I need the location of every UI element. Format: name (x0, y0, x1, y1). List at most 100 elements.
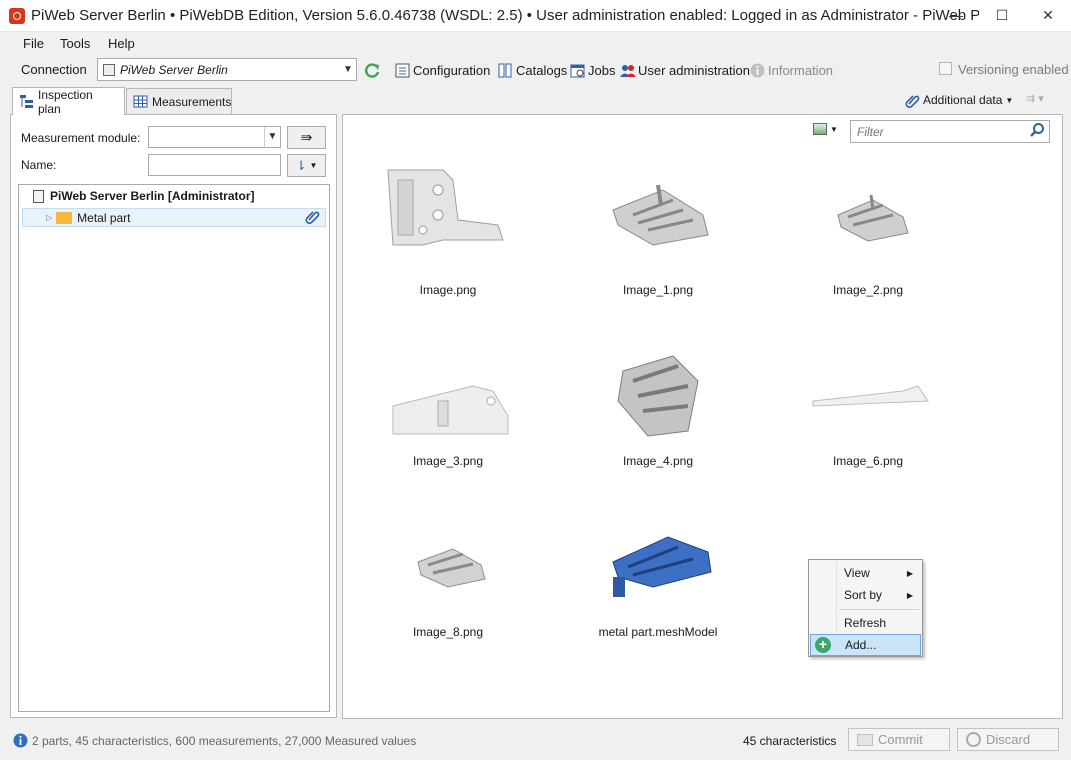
connection-value: PiWeb Server Berlin (120, 62, 228, 77)
tree-icon (19, 94, 34, 109)
commit-label: Commit (878, 732, 923, 747)
add-icon: + (815, 637, 831, 653)
file-name: Image_2.png (832, 283, 904, 297)
dropdown-arrow-icon: ▼ (1005, 95, 1014, 105)
view-mode-button[interactable]: ▼ (813, 123, 838, 135)
additional-data-label: Additional data (923, 93, 1003, 107)
chevron-down-icon: ▼ (343, 64, 353, 75)
chevron-down-icon: ▼ (264, 127, 280, 147)
folder-icon (56, 211, 73, 224)
information-button[interactable]: Information (750, 61, 833, 79)
jobs-button[interactable]: Jobs (570, 61, 615, 79)
context-menu-refresh-label: Refresh (844, 616, 887, 630)
file-name: metal part.meshModel (598, 625, 718, 639)
catalogs-button[interactable]: Catalogs (498, 61, 567, 79)
maximize-button[interactable]: ☐ (979, 0, 1025, 30)
configuration-icon (395, 63, 410, 78)
search-icon[interactable] (1029, 122, 1045, 141)
file-thumbnail (583, 336, 733, 446)
tree-node-label: Metal part (77, 210, 131, 225)
submenu-arrow-icon: ▶ (906, 568, 913, 578)
configuration-button[interactable]: Configuration (395, 61, 490, 79)
paperclip-icon (305, 209, 320, 227)
user-administration-button[interactable]: User administration (620, 61, 750, 79)
file-name: Image_4.png (622, 454, 694, 468)
file-item[interactable] (793, 336, 943, 446)
tree-root-node[interactable]: PiWeb Server Berlin [Administrator] (33, 189, 255, 203)
tab-inspection-plan[interactable]: Inspection plan (12, 87, 125, 116)
context-menu-sort-by[interactable]: Sort by ▶ (810, 584, 921, 606)
info-icon (13, 733, 28, 748)
file-name: Image.png (419, 283, 477, 297)
context-menu-view-label: View (844, 566, 870, 580)
file-thumbnail (583, 155, 733, 265)
menu-help[interactable]: Help (108, 36, 135, 51)
server-icon (33, 189, 44, 203)
file-thumbnail (373, 155, 523, 265)
minimize-button[interactable]: — (933, 0, 979, 30)
catalogs-icon (498, 63, 513, 78)
tree-node-metal-part[interactable]: ▷ Metal part (22, 208, 326, 227)
sort-icon: ⇂ (295, 157, 307, 173)
piweb-app-icon (9, 8, 25, 24)
expand-arrow-icon[interactable]: ▷ (46, 213, 52, 222)
context-menu-sort-by-label: Sort by (844, 588, 883, 602)
file-thumbnail (793, 155, 943, 265)
discard-button[interactable]: Discard (957, 728, 1059, 751)
tab-measurements-label: Measurements (152, 94, 232, 109)
connection-label: Connection (21, 62, 87, 77)
commit-icon (857, 733, 873, 746)
sort-button[interactable]: ⇂ ▼ (287, 154, 326, 177)
status-summary: 2 parts, 45 characteristics, 600 measure… (32, 734, 417, 748)
jobs-label: Jobs (588, 62, 616, 78)
dropdown-arrow-icon: ▼ (830, 124, 838, 134)
file-thumbnail (373, 507, 523, 617)
submenu-arrow-icon: ▶ (906, 590, 913, 600)
file-thumbnail (583, 507, 733, 617)
tab-measurements[interactable]: Measurements (126, 88, 232, 114)
file-item[interactable] (373, 336, 523, 446)
user-administration-label: User administration (638, 62, 750, 78)
menu-separator (839, 609, 919, 610)
context-menu-add[interactable]: + Add... (810, 634, 921, 656)
file-thumbnail (373, 336, 523, 446)
file-item[interactable] (793, 155, 943, 265)
file-item[interactable] (583, 155, 733, 265)
refresh-icon[interactable] (363, 61, 381, 79)
menu-tools[interactable]: Tools (60, 36, 90, 51)
discard-icon (966, 732, 981, 747)
image-icon (813, 123, 827, 135)
versioning-checkbox[interactable] (939, 62, 952, 75)
file-name: Image_3.png (412, 454, 484, 468)
menu-file[interactable]: File (23, 36, 44, 51)
context-menu-view[interactable]: View ▶ (810, 562, 921, 584)
measurement-module-select[interactable]: ▼ (148, 126, 281, 148)
calendar-icon (570, 63, 585, 78)
discard-label: Discard (986, 732, 1031, 747)
file-item[interactable] (373, 155, 523, 265)
information-label: Information (768, 62, 834, 78)
status-characteristics: 45 characteristics (743, 734, 837, 748)
additional-data-button[interactable]: Additional data ▼ (905, 91, 1013, 109)
apply-filter-button[interactable]: ⇛ (287, 126, 326, 149)
filter-box[interactable] (850, 120, 1050, 143)
catalogs-label: Catalogs (516, 62, 568, 78)
context-menu: View ▶ Sort by ▶ Refresh + Add... (808, 559, 923, 657)
inspection-plan-tree[interactable] (18, 184, 330, 712)
filter-input[interactable] (857, 124, 1029, 139)
file-name: Image_6.png (832, 454, 904, 468)
dropdown-arrow-icon: ▼ (309, 161, 318, 170)
commit-button[interactable]: Commit (848, 728, 950, 751)
title-bar: PiWeb Server Berlin • PiWebDB Edition, V… (0, 0, 1071, 32)
connection-select[interactable]: PiWeb Server Berlin ▼ (97, 58, 357, 81)
file-thumbnail (793, 336, 943, 446)
export-icon[interactable]: ⇉ ▾ (1026, 92, 1052, 108)
file-item[interactable] (583, 507, 733, 617)
file-name: Image_8.png (412, 625, 484, 639)
name-input[interactable] (148, 154, 281, 176)
close-button[interactable]: ✕ (1025, 0, 1071, 30)
file-item[interactable] (583, 336, 733, 446)
file-item[interactable] (373, 507, 523, 617)
context-menu-refresh[interactable]: Refresh (810, 612, 921, 634)
menu-bar (0, 32, 1071, 54)
